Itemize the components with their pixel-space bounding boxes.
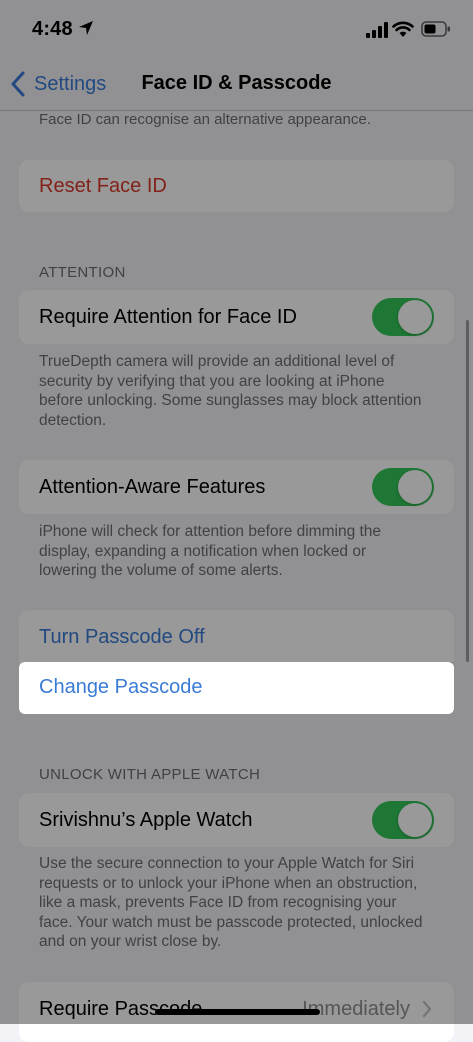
reset-face-id-label: Reset Face ID [39, 175, 167, 197]
apple-watch-cell: Srivishnu’s Apple Watch [19, 793, 454, 847]
require-attention-toggle[interactable] [372, 298, 434, 336]
face-id-appearance-footer: Face ID can recognise an alternative app… [39, 111, 371, 128]
navigation-bar: Settings Face ID & Passcode [0, 58, 473, 111]
toggle-knob [398, 300, 432, 334]
apple-watch-toggle[interactable] [372, 801, 434, 839]
battery-icon [421, 21, 450, 37]
wifi-icon [392, 21, 414, 37]
location-arrow-icon [79, 21, 93, 35]
attention-aware-cell: Attention-Aware Features [19, 460, 454, 514]
page-title: Face ID & Passcode [141, 72, 332, 94]
change-passcode-button[interactable]: Change Passcode [19, 662, 454, 714]
chevron-right-icon [422, 1000, 432, 1018]
reset-face-id-cell[interactable]: Reset Face ID [19, 160, 454, 212]
scroll-indicator [466, 320, 469, 662]
attention-aware-label: Attention-Aware Features [39, 476, 266, 498]
toggle-knob [398, 470, 432, 504]
apple-watch-section-header: UNLOCK WITH APPLE WATCH [39, 766, 261, 783]
attention-aware-toggle[interactable] [372, 468, 434, 506]
toggle-knob [398, 803, 432, 837]
apple-watch-footer: Use the secure connection to your Apple … [39, 855, 423, 950]
require-attention-label: Require Attention for Face ID [39, 306, 297, 328]
home-indicator [155, 1009, 320, 1015]
change-passcode-label: Change Passcode [39, 676, 203, 698]
attention-section-header: ATTENTION [39, 264, 126, 281]
attention-aware-footer: iPhone will check for attention before d… [39, 523, 382, 579]
require-attention-cell: Require Attention for Face ID [19, 290, 454, 344]
status-time: 4:48 [32, 18, 73, 40]
require-attention-footer: TrueDepth camera will provide an additio… [39, 353, 422, 429]
turn-passcode-off-button[interactable]: Turn Passcode Off [39, 625, 205, 649]
status-bar: 4:48 [0, 0, 473, 58]
apple-watch-label: Srivishnu’s Apple Watch [39, 809, 253, 831]
cellular-signal-icon [366, 22, 388, 38]
